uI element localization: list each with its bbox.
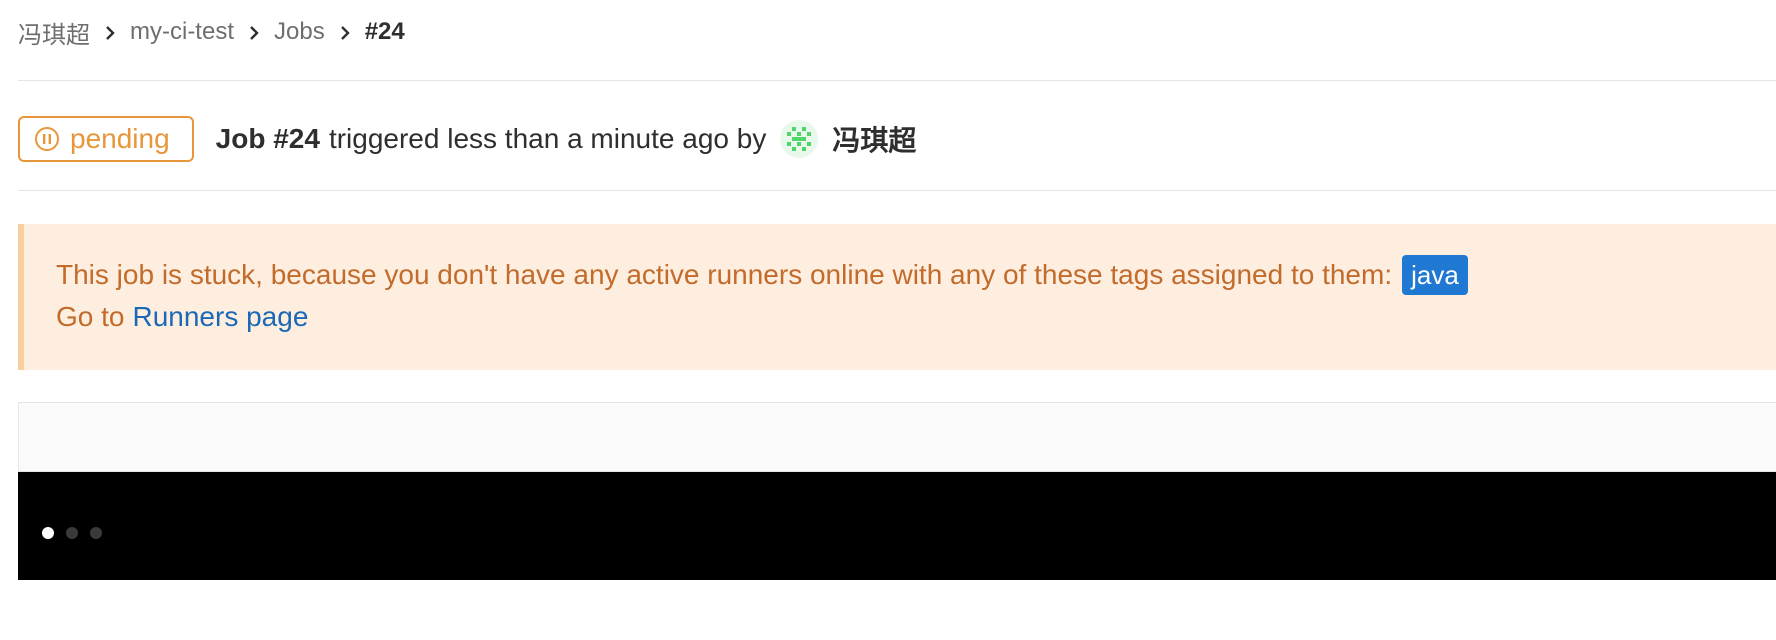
breadcrumb-user[interactable]: 冯琪超 (18, 15, 90, 50)
goto-prefix: Go to (56, 301, 125, 332)
breadcrumb-jobs[interactable]: Jobs (274, 18, 325, 46)
chevron-right-icon (234, 18, 274, 46)
user-name[interactable]: 冯琪超 (832, 119, 916, 159)
breadcrumb-current[interactable]: #24 (365, 18, 405, 46)
stuck-job-alert: This job is stuck, because you don't hav… (18, 224, 1776, 370)
alert-message: This job is stuck, because you don't hav… (56, 259, 1393, 290)
alert-goto-line: Go to Runners page (56, 296, 1776, 338)
chevron-right-icon (90, 18, 130, 46)
job-header: pending Job #24 triggered less than a mi… (18, 114, 916, 164)
loading-dot (42, 527, 54, 539)
breadcrumb-project[interactable]: my-ci-test (130, 18, 234, 46)
log-toolbar (18, 402, 1776, 472)
status-badge[interactable]: pending (18, 116, 194, 162)
identicon-avatar-icon (780, 120, 819, 158)
pause-circle-icon (34, 126, 60, 152)
job-header-divider (18, 190, 1776, 191)
job-log-output (18, 472, 1776, 580)
breadcrumb: 冯琪超 my-ci-test Jobs #24 (18, 14, 405, 50)
status-label: pending (70, 123, 170, 154)
tag-badge-java[interactable]: java (1402, 255, 1468, 295)
avatar[interactable] (780, 120, 819, 158)
loading-dot (66, 527, 78, 539)
loading-indicator (42, 527, 114, 539)
alert-message-line: This job is stuck, because you don't hav… (56, 254, 1776, 296)
chevron-right-icon (325, 18, 365, 46)
header-divider (18, 80, 1776, 81)
job-title: Job #24 (215, 123, 320, 154)
runners-page-link[interactable]: Runners page (132, 296, 308, 338)
job-trigger-text: triggered less than a minute ago by (328, 123, 767, 154)
job-page: 冯琪超 my-ci-test Jobs #24 pending Job #24 (0, 0, 1776, 640)
loading-dot (90, 527, 102, 539)
